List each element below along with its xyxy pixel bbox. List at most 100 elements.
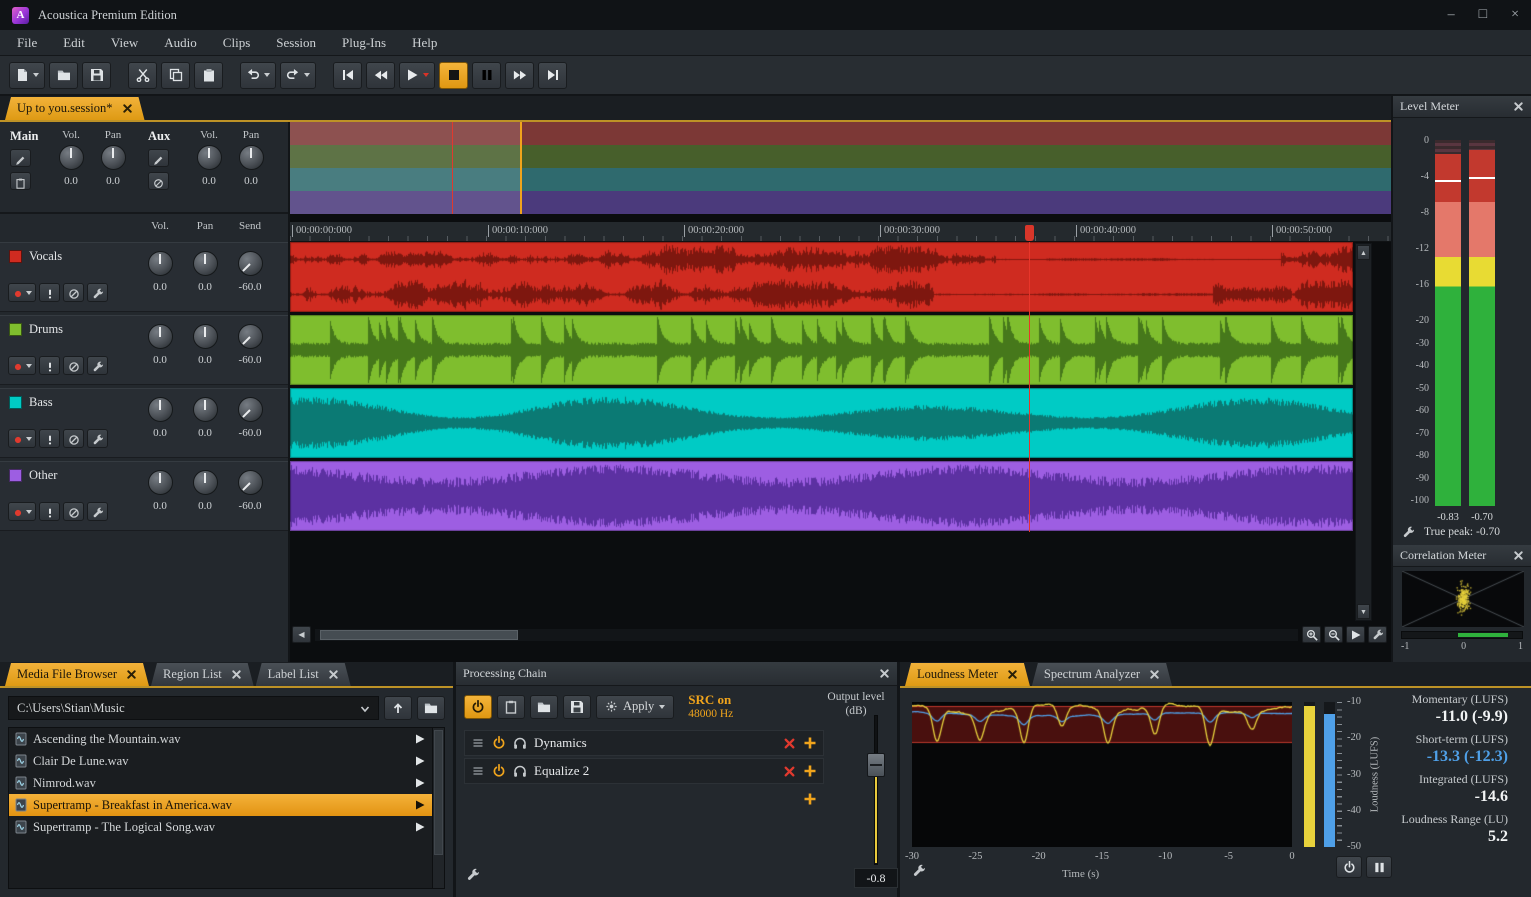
track-color-chip[interactable] — [9, 250, 22, 263]
chain-open-button[interactable] — [530, 695, 558, 719]
menu-view[interactable]: View — [98, 35, 151, 51]
track-pan-knob[interactable] — [193, 470, 218, 495]
track-fx-button[interactable] — [87, 356, 108, 375]
track-send-knob[interactable] — [238, 324, 263, 349]
loudness-pause-button[interactable] — [1366, 856, 1392, 878]
path-dropdown[interactable]: C:\Users\Stian\Music — [8, 696, 379, 720]
file-row[interactable]: Nimrod.wav — [9, 772, 444, 794]
apply-button[interactable]: Apply — [596, 695, 674, 719]
correlation-meter-close-icon[interactable] — [1513, 550, 1524, 561]
chain-clipboard-button[interactable] — [497, 695, 525, 719]
file-list-scroll-thumb[interactable] — [434, 730, 443, 855]
paste-button[interactable] — [194, 62, 223, 89]
menu-clips[interactable]: Clips — [210, 35, 263, 51]
aux-automation-button[interactable] — [148, 149, 169, 167]
horizontal-scroll-thumb[interactable] — [320, 630, 518, 640]
processing-chain-close-icon[interactable] — [879, 668, 890, 679]
track-solo-button[interactable] — [39, 429, 60, 448]
file-list-scrollbar[interactable] — [432, 728, 444, 888]
tab-close-icon[interactable] — [231, 669, 242, 680]
chain-save-button[interactable] — [563, 695, 591, 719]
zoom-out-button[interactable] — [1324, 626, 1343, 643]
loudness-reset-button[interactable] — [1336, 856, 1362, 878]
playhead-handle[interactable] — [1025, 225, 1034, 241]
drag-handle-icon[interactable] — [471, 736, 485, 750]
scroll-down-button[interactable]: ▼ — [1357, 604, 1370, 619]
effect-power-icon[interactable] — [492, 736, 506, 750]
track-color-chip[interactable] — [9, 469, 22, 482]
track-fx-button[interactable] — [87, 429, 108, 448]
folder-up-button[interactable] — [384, 696, 412, 720]
output-level-fader[interactable] — [854, 715, 898, 865]
track-volume-knob[interactable] — [148, 324, 173, 349]
tab-media-file-browser[interactable]: Media File Browser — [5, 663, 149, 686]
track-mute-button[interactable] — [63, 283, 84, 302]
track-send-knob[interactable] — [238, 470, 263, 495]
pause-button[interactable] — [472, 62, 501, 89]
file-play-button[interactable] — [414, 733, 426, 745]
track-arm-button[interactable] — [8, 356, 36, 375]
track-send-knob[interactable] — [238, 251, 263, 276]
track-fx-button[interactable] — [87, 502, 108, 521]
track-lane-drums[interactable] — [290, 315, 1353, 385]
track-fx-button[interactable] — [87, 283, 108, 302]
session-overview[interactable] — [290, 122, 1391, 214]
loudness-tab-close-icon[interactable] — [1007, 669, 1018, 680]
zoom-in-button[interactable] — [1302, 626, 1321, 643]
headphones-icon[interactable] — [513, 736, 527, 750]
aux-bypass-button[interactable] — [148, 172, 169, 190]
scroll-to-playhead-button[interactable] — [1346, 626, 1365, 643]
go-to-end-button[interactable] — [538, 62, 567, 89]
track-arm-button[interactable] — [8, 502, 36, 521]
file-play-button[interactable] — [414, 799, 426, 811]
save-button[interactable] — [82, 62, 111, 89]
tab-close-icon[interactable] — [126, 669, 137, 680]
chain-settings-wrench-icon[interactable] — [466, 868, 480, 882]
maximize-button[interactable]: □ — [1479, 8, 1487, 22]
track-mute-button[interactable] — [63, 356, 84, 375]
cut-button[interactable] — [128, 62, 157, 89]
file-play-button[interactable] — [414, 821, 426, 833]
add-effect-icon[interactable] — [803, 736, 817, 750]
add-effect-icon[interactable] — [803, 792, 817, 806]
file-row[interactable]: Clair De Lune.wav — [9, 750, 444, 772]
close-button[interactable]: × — [1511, 8, 1519, 22]
tab-spectrum-analyzer[interactable]: Spectrum Analyzer — [1032, 663, 1172, 686]
file-play-button[interactable] — [414, 755, 426, 767]
track-mute-button[interactable] — [63, 502, 84, 521]
overview-view-window[interactable] — [290, 122, 522, 214]
drag-handle-icon[interactable] — [471, 764, 485, 778]
level-meter-close-icon[interactable] — [1513, 101, 1524, 112]
track-solo-button[interactable] — [39, 502, 60, 521]
track-lane-vocals[interactable] — [290, 242, 1353, 312]
file-play-button[interactable] — [414, 777, 426, 789]
remove-effect-icon[interactable] — [783, 765, 796, 778]
effect-row-equalize-2[interactable]: Equalize 2 — [464, 758, 824, 784]
tab-region-list[interactable]: Region List — [151, 663, 254, 686]
waveform-drums[interactable] — [290, 315, 1353, 385]
headphones-icon[interactable] — [513, 764, 527, 778]
waveform-other[interactable] — [290, 461, 1353, 531]
redo-button[interactable] — [280, 62, 316, 89]
track-pan-knob[interactable] — [193, 251, 218, 276]
main-volume-knob[interactable] — [59, 145, 84, 170]
timeline-ruler[interactable]: 00:00:00:00000:00:10:00000:00:20:00000:0… — [290, 222, 1391, 242]
aux-volume-knob[interactable] — [197, 145, 222, 170]
tab-loudness-meter[interactable]: Loudness Meter — [905, 663, 1030, 686]
scroll-left-button[interactable]: ◀ — [292, 626, 311, 643]
track-lane-other[interactable] — [290, 461, 1353, 531]
main-clipboard-button[interactable] — [10, 172, 31, 190]
track-mute-button[interactable] — [63, 429, 84, 448]
effect-power-icon[interactable] — [492, 764, 506, 778]
track-solo-button[interactable] — [39, 283, 60, 302]
waveform-vocals[interactable] — [290, 242, 1353, 312]
file-row[interactable]: Ascending the Mountain.wav — [9, 728, 444, 750]
main-pan-knob[interactable] — [101, 145, 126, 170]
new-file-button[interactable] — [9, 62, 45, 89]
menu-file[interactable]: File — [4, 35, 50, 51]
menu-session[interactable]: Session — [263, 35, 329, 51]
aux-pan-knob[interactable] — [239, 145, 264, 170]
stop-button[interactable] — [439, 62, 468, 89]
remove-effect-icon[interactable] — [783, 737, 796, 750]
go-to-start-button[interactable] — [333, 62, 362, 89]
